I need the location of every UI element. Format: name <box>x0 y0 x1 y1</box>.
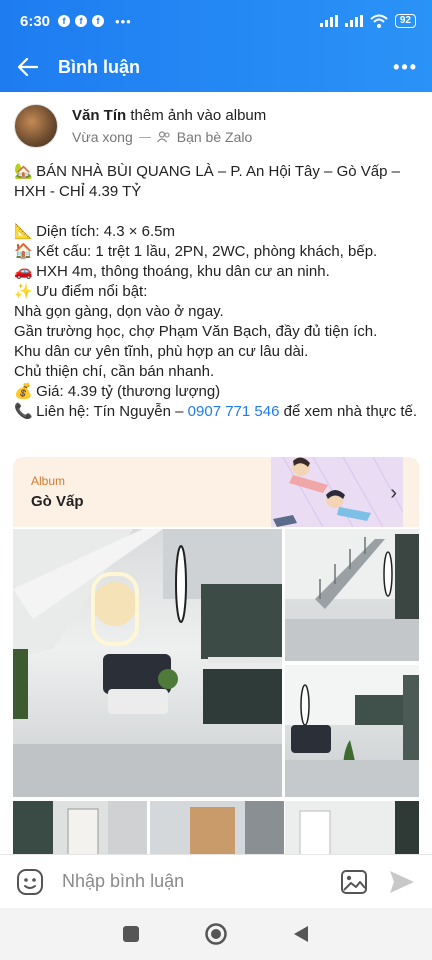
stairs-photo-icon <box>285 529 419 661</box>
recent-apps-icon[interactable] <box>122 926 139 942</box>
album-label: Album <box>31 474 66 488</box>
home-icon[interactable] <box>204 922 228 946</box>
post-title: BÁN NHÀ BÙI QUANG LÀ – P. An Hội Tây – G… <box>14 163 400 200</box>
photo-thumbnail[interactable] <box>13 801 147 854</box>
phone-link[interactable]: 0907 771 546 <box>188 403 280 420</box>
separator <box>138 136 151 138</box>
road-text: HXH 4m, thông thoáng, khu dân cư an ninh… <box>36 263 330 280</box>
contact-text: Liên hệ: Tín Nguyễn – <box>36 403 188 420</box>
road-line: 🚗 HXH 4m, thông thoáng, khu dân cư an ni… <box>14 262 418 282</box>
door-photo-icon <box>285 801 419 854</box>
system-nav-bar <box>0 908 432 960</box>
more-options-icon[interactable]: ••• <box>393 57 418 78</box>
album-name: Gò Vấp <box>31 493 84 510</box>
author-meta: Văn Tín thêm ảnh vào album Vừa xong Bạn … <box>72 107 266 145</box>
status-icons: 92 <box>319 14 416 28</box>
battery-icon: 92 <box>394 14 416 28</box>
pro-line: Nhà gọn gàng, dọn vào ở ngay. <box>14 303 224 320</box>
back-arrow-icon[interactable] <box>18 58 38 76</box>
status-bar: 6:30 f f f ••• 92 <box>0 0 432 42</box>
contact-line: 📞 Liên hệ: Tín Nguyễn – 0907 771 546 để … <box>14 402 418 422</box>
photo-thumbnail[interactable] <box>285 801 419 854</box>
house-icon: 🏠 <box>14 243 33 260</box>
post-text: 🏡 BÁN NHÀ BÙI QUANG LÀ – P. An Hội Tây –… <box>0 162 432 422</box>
back-icon[interactable] <box>293 925 309 943</box>
shelf-photo-icon <box>13 801 147 854</box>
window-photo-icon <box>150 801 284 854</box>
photo-thumbnail[interactable] <box>285 529 419 661</box>
sparkles-icon: ✨ <box>14 283 33 300</box>
pros-title-line: ✨ Ưu điểm nổi bật: <box>14 282 418 302</box>
post-audience: Bạn bè Zalo <box>176 129 253 145</box>
room-photo-icon <box>285 665 419 797</box>
structure-line: 🏠 Kết cấu: 1 trệt 1 lầu, 2PN, 2WC, phòng… <box>14 242 418 262</box>
price-line: 💰 Giá: 4.39 tỷ (thương lượng) <box>14 382 418 402</box>
app-header: Bình luận ••• <box>0 42 432 92</box>
post-title-line: 🏡 BÁN NHÀ BÙI QUANG LÀ – P. An Hội Tây –… <box>14 162 418 202</box>
status-time: 6:30 <box>20 12 51 30</box>
living-room-photo-icon <box>13 529 282 797</box>
facebook-notification-icon: f <box>58 15 71 27</box>
album-card[interactable]: Album Gò Vấp › <box>13 457 419 527</box>
house-icon: 🏡 <box>14 163 33 180</box>
facebook-notification-icon: f <box>92 15 105 27</box>
structure-text: Kết cấu: 1 trệt 1 lầu, 2PN, 2WC, phòng k… <box>36 243 378 260</box>
photo-thumbnail[interactable] <box>150 801 284 854</box>
pros-title: Ưu điểm nổi bật: <box>36 283 148 300</box>
area-text: Diện tích: 4.3 × 6.5m <box>36 223 175 240</box>
avatar[interactable] <box>14 104 58 148</box>
facebook-notification-icon: f <box>75 15 88 27</box>
post-author: Văn Tín thêm ảnh vào album Vừa xong Bạn … <box>0 92 432 148</box>
area-line: 📐 Diện tích: 4.3 × 6.5m <box>14 222 418 242</box>
author-action: thêm ảnh vào album <box>126 107 267 124</box>
page-title: Bình luận <box>58 56 140 77</box>
pro-line: Chủ thiện chí, cần bán nhanh. <box>14 363 215 380</box>
chevron-right-icon: › <box>390 482 397 504</box>
top-bar: 6:30 f f f ••• 92 Bình luận ••• <box>0 0 432 92</box>
phone-icon: 📞 <box>14 403 33 420</box>
car-icon: 🚗 <box>14 263 33 280</box>
price-text: Giá: 4.39 tỷ (thương lượng) <box>36 383 221 400</box>
signal-icon <box>319 15 338 27</box>
wifi-icon <box>370 14 388 28</box>
photo-thumbnail[interactable] <box>285 665 419 797</box>
money-bag-icon: 💰 <box>14 383 33 400</box>
post-content: Văn Tín thêm ảnh vào album Vừa xong Bạn … <box>0 92 432 854</box>
author-name[interactable]: Văn Tín <box>72 107 126 124</box>
comment-input[interactable]: Nhập bình luận <box>62 871 340 892</box>
contact-suffix: để xem nhà thực tế. <box>279 403 418 420</box>
author-line: Văn Tín thêm ảnh vào album <box>72 107 266 124</box>
more-notifications-icon: ••• <box>115 13 132 29</box>
post-meta: Vừa xong Bạn bè Zalo <box>72 129 266 145</box>
ruler-icon: 📐 <box>14 223 33 240</box>
sticker-icon[interactable] <box>16 868 44 896</box>
signal-icon <box>344 15 363 27</box>
send-icon[interactable] <box>388 869 416 895</box>
photo-thumbnail[interactable] <box>13 529 282 797</box>
pro-line: Khu dân cư yên tĩnh, phù hợp an cư lâu d… <box>14 343 309 360</box>
pro-line: Gần trường học, chợ Phạm Văn Bạch, đầy đ… <box>14 323 378 340</box>
post-time: Vừa xong <box>72 129 133 145</box>
friends-icon <box>156 131 170 143</box>
album-illustration <box>271 457 403 527</box>
image-icon[interactable] <box>340 869 368 895</box>
comment-bar: Nhập bình luận <box>0 854 432 908</box>
